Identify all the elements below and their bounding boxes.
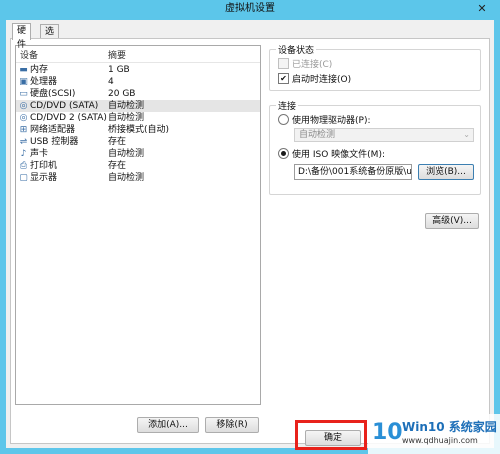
iso-image-radio[interactable] <box>278 148 289 159</box>
physical-drive-label: 使用物理驱动器(P): <box>292 116 371 126</box>
win10-logo-icon: 10 <box>372 420 403 445</box>
device-list-header: 设备 摘要 <box>16 46 260 63</box>
connection-group: 连接 使用物理驱动器(P): 自动检测 ⌄ 使用 ISO 映像文件(M): D:… <box>269 99 481 195</box>
device-name: 打印机 <box>30 161 58 171</box>
watermark-title: Win10 系统家园 <box>402 420 497 434</box>
connection-title: 连接 <box>276 99 299 112</box>
device-summary: 桥接模式(自动) <box>108 125 170 135</box>
window-title: 虚拟机设置 <box>225 3 275 14</box>
device-row[interactable]: ▢ 显示器 自动检测 <box>16 172 260 184</box>
hardware-tab-panel: 设备 摘要 ▬ 内存 1 GB ▣ 处理器 4 ▭ 硬盘(SCSI) 20 GB ◎ CD/DVD … <box>10 38 490 444</box>
device-status-group: 设备状态 已连接(C) ✔ 启动时连接(O) <box>269 43 481 91</box>
display-icon: ▢ <box>19 173 28 183</box>
device-name: 处理器 <box>30 77 58 87</box>
close-icon[interactable]: ✕ <box>470 1 494 17</box>
summary-column-header: 摘要 <box>108 51 127 61</box>
window-titlebar: 虚拟机设置 ✕ <box>0 0 500 20</box>
device-row[interactable]: ▭ 硬盘(SCSI) 20 GB <box>16 88 260 100</box>
device-name: 硬盘(SCSI) <box>30 89 76 99</box>
device-row[interactable]: ▬ 内存 1 GB <box>16 64 260 76</box>
dialog-client-area: 硬件 选项 设备 摘要 ▬内存1 GB▣处理器4▭硬盘(SCSI)20 GB◎C… <box>6 20 494 448</box>
watermark: 10 Win10 系统家园 www.qdhuajin.com <box>368 414 500 454</box>
chevron-down-icon: ⌄ <box>463 130 470 139</box>
connect-at-power-on-label: 启动时连接(O) <box>292 75 352 85</box>
memory-icon: ▬ <box>19 65 28 75</box>
connected-checkbox[interactable] <box>278 58 289 69</box>
device-summary: 自动检测 <box>108 101 145 111</box>
device-summary: 4 <box>108 77 114 87</box>
cpu-icon: ▣ <box>19 77 28 87</box>
tab-hardware[interactable]: 硬件 <box>12 23 32 50</box>
tab-options[interactable]: 选项 <box>40 24 60 51</box>
cd-dvd-icon: ◎ <box>19 113 28 123</box>
physical-drive-radio[interactable] <box>278 114 289 125</box>
browse-button[interactable]: 浏览(B)... <box>418 164 474 180</box>
add-button[interactable]: 添加(A)... <box>137 417 199 433</box>
device-name: 声卡 <box>30 149 49 159</box>
device-summary: 1 GB <box>108 65 130 75</box>
connected-label: 已连接(C) <box>292 60 333 70</box>
printer-icon: ⎙ <box>19 161 28 171</box>
watermark-url: www.qdhuajin.com <box>402 436 478 445</box>
device-name: 网络适配器 <box>30 125 76 135</box>
highlight-box <box>295 420 367 450</box>
device-summary: 自动检测 <box>108 149 145 159</box>
physical-drive-select-value: 自动检测 <box>299 130 336 140</box>
device-row[interactable]: ▣ 处理器 4 <box>16 76 260 88</box>
device-name: 内存 <box>30 65 49 75</box>
iso-image-label: 使用 ISO 映像文件(M): <box>292 150 385 160</box>
sound-card-icon: ♪ <box>20 149 27 159</box>
device-summary: 存在 <box>108 137 127 147</box>
device-list[interactable]: 设备 摘要 ▬ 内存 1 GB ▣ 处理器 4 ▭ 硬盘(SCSI) 20 GB ◎ CD/DVD … <box>15 45 261 405</box>
advanced-button[interactable]: 高级(V)... <box>425 213 479 229</box>
hard-disk-icon: ▭ <box>19 89 28 99</box>
iso-path-input[interactable]: D:\备份\001系统备份原版\u <box>294 164 412 180</box>
device-name: USB 控制器 <box>30 137 79 147</box>
remove-button[interactable]: 移除(R) <box>205 417 259 433</box>
device-row[interactable]: ◎ CD/DVD (SATA) 自动检测 <box>16 100 260 112</box>
device-row[interactable]: ◎ CD/DVD 2 (SATA) 自动检测 <box>16 112 260 124</box>
device-name: CD/DVD (SATA) <box>30 101 99 111</box>
device-status-title: 设备状态 <box>276 43 317 56</box>
connect-at-power-on-checkbox[interactable]: ✔ <box>278 73 289 84</box>
physical-drive-select[interactable]: 自动检测 ⌄ <box>294 128 474 142</box>
device-row[interactable]: ♪ 声卡 自动检测 <box>16 148 260 160</box>
device-row[interactable]: ⎙ 打印机 存在 <box>16 160 260 172</box>
device-name: CD/DVD 2 (SATA) <box>30 113 107 123</box>
network-adapter-icon: ⊞ <box>19 125 28 135</box>
device-row[interactable]: ⇌ USB 控制器 存在 <box>16 136 260 148</box>
device-summary: 自动检测 <box>108 113 145 123</box>
device-name: 显示器 <box>30 173 58 183</box>
device-summary: 自动检测 <box>108 173 145 183</box>
cd-dvd-icon: ◎ <box>19 101 28 111</box>
device-summary: 存在 <box>108 161 127 171</box>
device-row[interactable]: ⊞ 网络适配器 桥接模式(自动) <box>16 124 260 136</box>
usb-icon: ⇌ <box>19 137 28 147</box>
device-summary: 20 GB <box>108 89 136 99</box>
